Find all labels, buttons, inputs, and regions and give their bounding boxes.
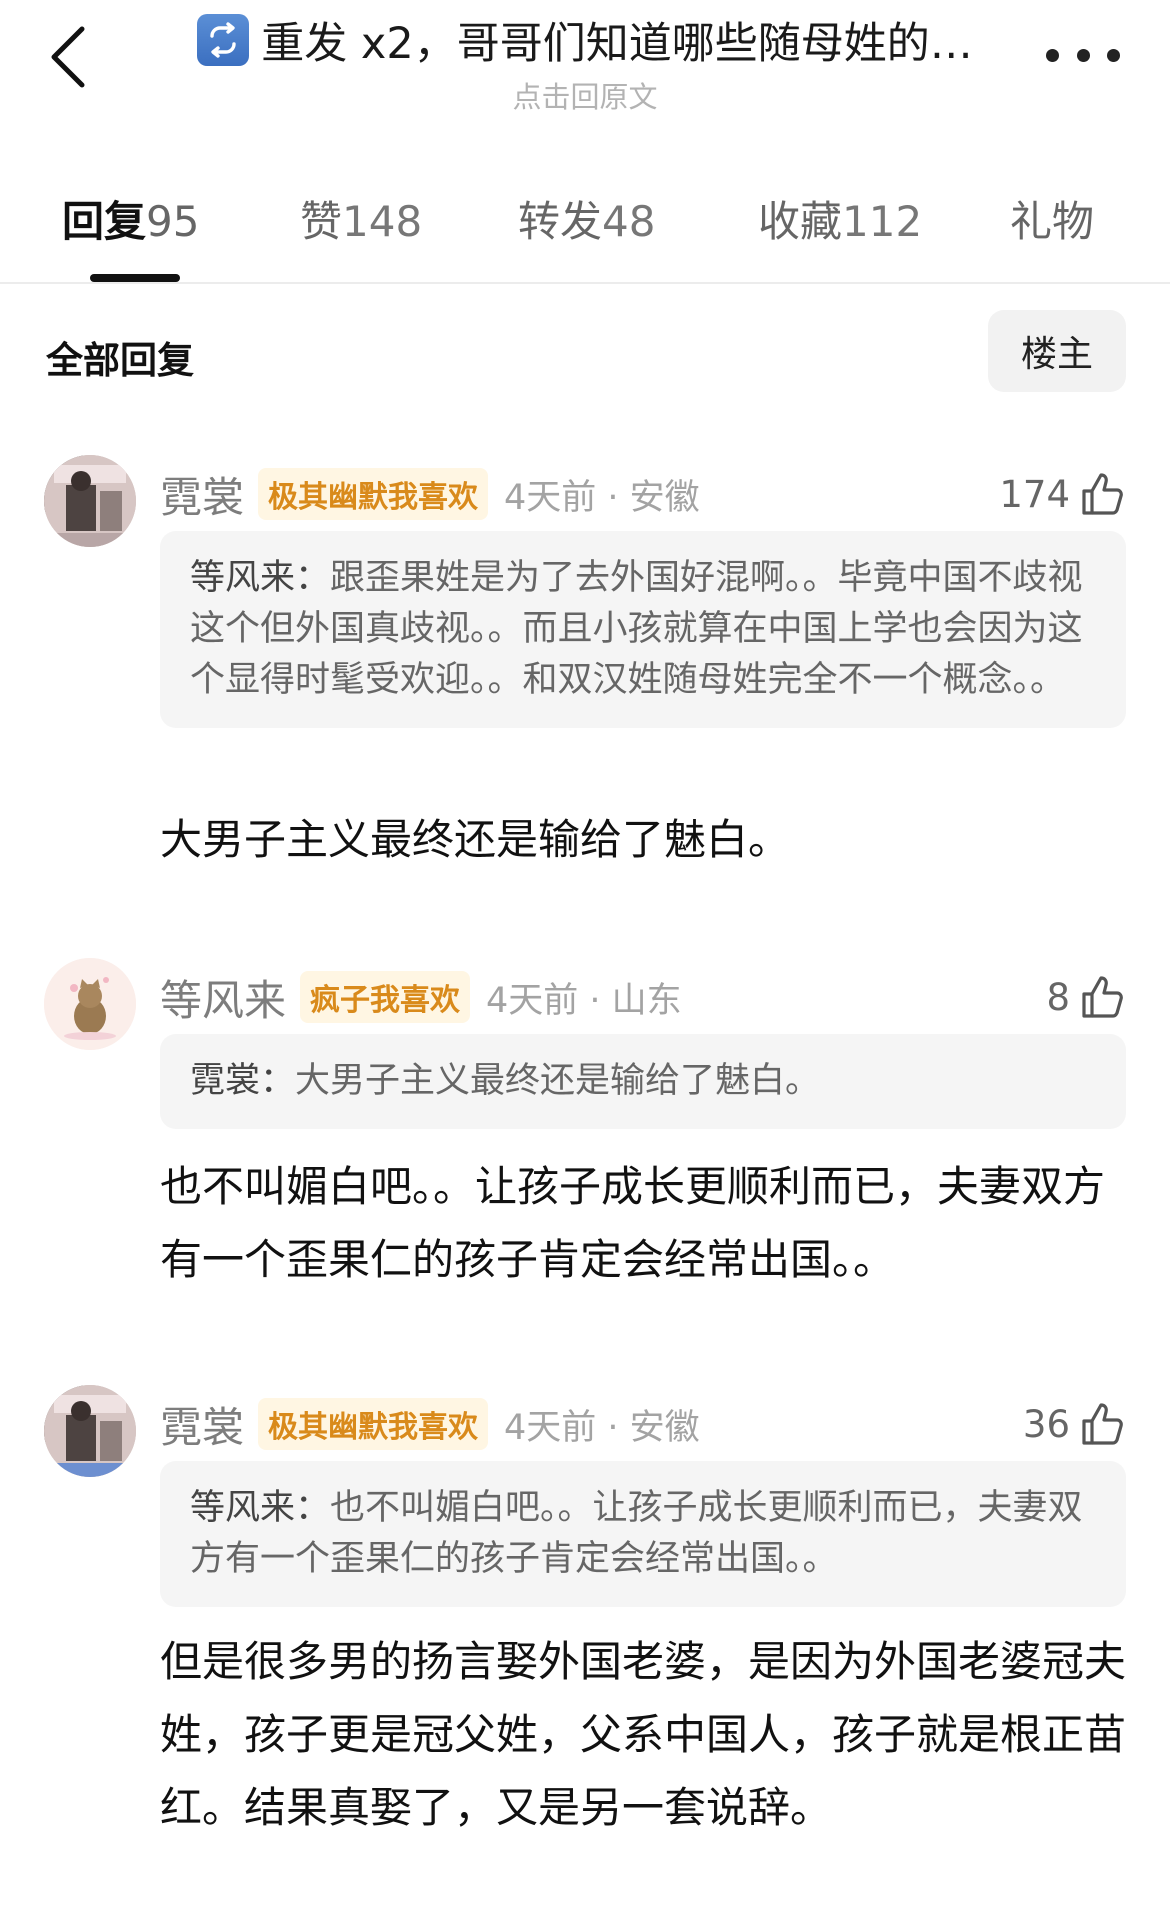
comment-meta: 4天前 · 山东 [486,980,682,1021]
avatar[interactable] [44,958,136,1050]
tab-gifts[interactable]: 礼物 [1010,188,1094,249]
thumbs-up-icon [1082,473,1123,515]
comment-text: 但是很多男的扬言娶外国老婆，是因为外国老婆冠夫姓，孩子更是冠父姓，父系中国人，孩… [160,1637,1127,1832]
tab-reposts[interactable]: 转发48 [518,188,655,249]
tab-label: 转发 [518,197,603,246]
avatar-photo-icon [44,1385,136,1477]
comment-header: 霓裳 极其幽默我喜欢 4天前 · 安徽 [160,1395,700,1453]
all-replies-filter[interactable]: 全部回复 [46,330,194,384]
tab-label: 收藏 [758,197,843,246]
quote-author: 等风来： [190,558,331,598]
post-title: 重发 x2，哥哥们知道哪些随母姓的… [261,19,973,69]
tab-label: 礼物 [1010,197,1095,246]
back-chevron-icon [51,26,85,88]
avatar[interactable] [44,1385,136,1477]
back-to-original-link[interactable]: 点击回原文 [190,74,980,116]
comment-username[interactable]: 霓裳 [160,464,244,525]
repost-icon [197,14,250,66]
quote-text: 大男子主义最终还是输给了魅白。 [295,1061,821,1101]
avatar-cat-icon [44,958,136,1050]
tab-count: 148 [342,197,423,246]
thumbs-up-icon [1082,976,1123,1018]
more-dots-icon [1107,48,1120,62]
tab-replies[interactable]: 回复95 [62,188,199,249]
avatar[interactable] [44,455,136,547]
more-dots-icon [1076,48,1090,62]
top-bar: 重发 x2，哥哥们知道哪些随母姓的… 点击回原文 [0,0,1170,120]
comment-username[interactable]: 等风来 [160,967,286,1028]
tab-favorites[interactable]: 收藏112 [758,188,922,249]
comment-header: 霓裳 极其幽默我喜欢 4天前 · 安徽 [160,465,700,523]
user-badge: 极其幽默我喜欢 [258,468,489,520]
like-count: 36 [1022,1402,1070,1446]
quoted-reply[interactable]: 霓裳：大男子主义最终还是输给了魅白。 [160,1034,1126,1129]
like-button[interactable]: 36 [1023,1395,1126,1453]
quote-author: 霓裳： [190,1061,296,1101]
user-badge: 疯子我喜欢 [300,971,471,1023]
more-button[interactable] [1046,30,1120,80]
back-button[interactable] [40,22,96,92]
post-title-area[interactable]: 重发 x2，哥哥们知道哪些随母姓的… 点击回原文 [190,8,980,116]
thumbs-up-icon [1082,1403,1123,1445]
tab-label: 回复 [62,197,147,246]
quoted-reply[interactable]: 等风来：跟歪果姓是为了去外国好混啊。。毕竟中国不歧视这个但外国真歧视。。而且小孩… [160,531,1126,728]
more-dots-icon [1046,48,1059,62]
comment-meta: 4天前 · 安徽 [504,1407,700,1448]
owner-only-button[interactable]: 楼主 [988,310,1126,392]
tab-count: 112 [842,197,923,246]
active-tab-indicator [90,274,180,282]
comment-header: 等风来 疯子我喜欢 4天前 · 山东 [160,968,682,1026]
like-count: 8 [1046,975,1070,1019]
tab-count: 48 [602,197,656,246]
tab-label: 赞 [300,197,343,246]
comment-meta: 4天前 · 安徽 [504,477,700,518]
like-button[interactable]: 8 [1046,968,1126,1026]
avatar-photo-icon [44,455,136,547]
user-badge: 极其幽默我喜欢 [258,1398,489,1450]
tab-count: 95 [146,197,200,246]
comment-text: 也不叫媚白吧。。让孩子成长更顺利而已，夫妻双方有一个歪果仁的孩子肯定会经常出国。… [160,1162,1106,1284]
quote-author: 等风来： [190,1488,331,1528]
comment-username[interactable]: 霓裳 [160,1394,244,1455]
like-count: 174 [999,472,1070,516]
tab-bar: 回复95 赞148 转发48 收藏112 礼物 [0,180,1170,284]
tab-likes[interactable]: 赞148 [300,188,422,249]
like-button[interactable]: 174 [999,465,1126,523]
comment-text: 大男子主义最终还是输给了魅白。 [160,815,791,864]
quoted-reply[interactable]: 等风来：也不叫媚白吧。。让孩子成长更顺利而已，夫妻双方有一个歪果仁的孩子肯定会经… [160,1461,1126,1607]
